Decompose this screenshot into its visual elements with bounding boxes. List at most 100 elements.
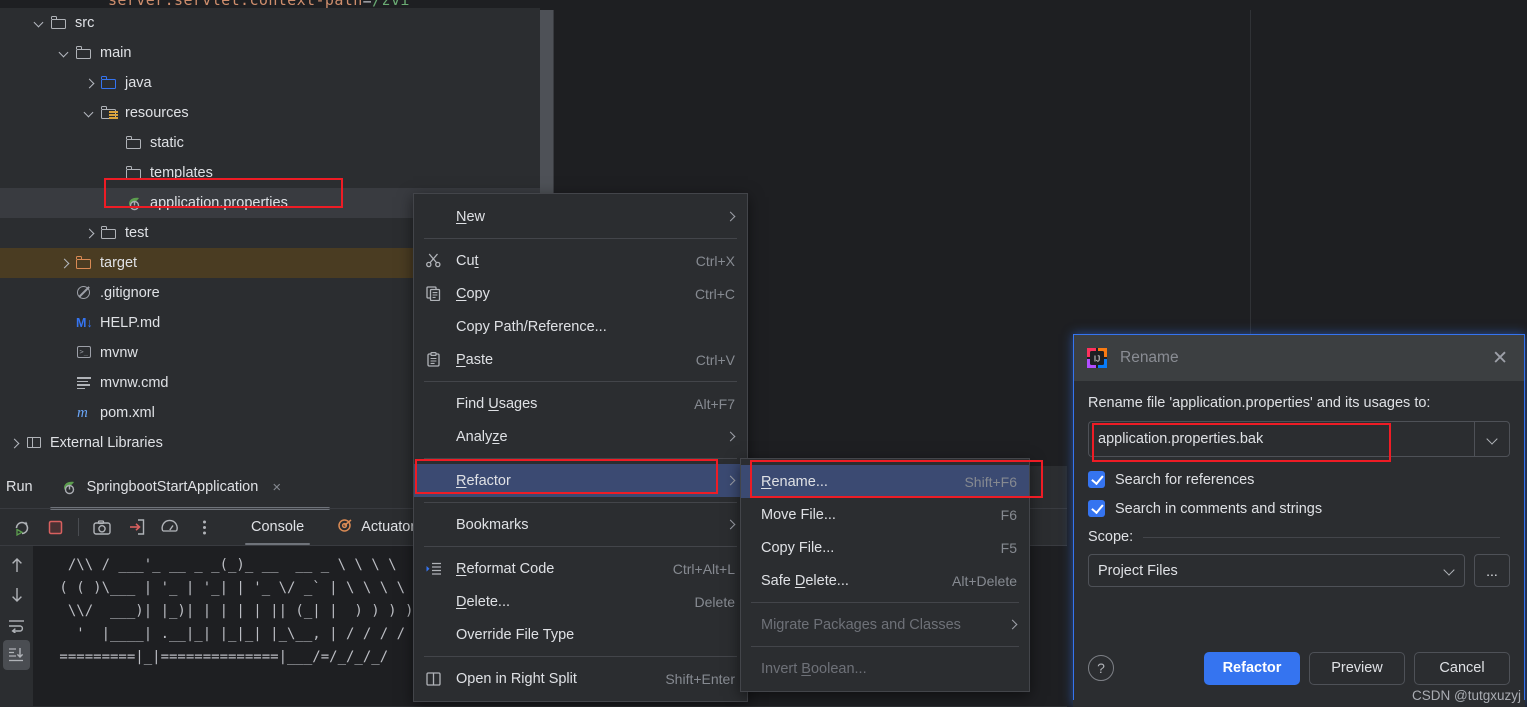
menu-item-label: Copy bbox=[456, 285, 490, 302]
menu-item-rename[interactable]: Rename... Shift+F6 bbox=[741, 465, 1029, 498]
menu-item-reformat-code[interactable]: Reformat Code Ctrl+Alt+L bbox=[414, 552, 747, 585]
menu-item-label: Copy File... bbox=[761, 539, 835, 556]
menu-item-safe-delete[interactable]: Safe Delete... Alt+Delete bbox=[741, 564, 1029, 597]
menu-separator bbox=[751, 602, 1019, 603]
chevron-right-icon[interactable] bbox=[83, 226, 97, 240]
close-icon[interactable]: × bbox=[272, 479, 281, 496]
stop-icon[interactable] bbox=[38, 512, 72, 542]
chevron-down-icon[interactable] bbox=[83, 106, 97, 120]
scope-row[interactable]: Project Files ... bbox=[1088, 554, 1510, 587]
menu-item-label: Copy Path/Reference... bbox=[456, 318, 607, 335]
scope-header: Scope: bbox=[1088, 529, 1510, 545]
tree-item-templates[interactable]: templates bbox=[0, 158, 540, 188]
scroll-to-end-icon[interactable] bbox=[3, 640, 30, 670]
scope-selected-value: Project Files bbox=[1098, 562, 1178, 579]
dialog-body: Rename file 'application.properties' and… bbox=[1074, 381, 1524, 587]
rerun-icon[interactable] bbox=[4, 512, 38, 542]
rename-prompt-label: Rename file 'application.properties' and… bbox=[1088, 395, 1431, 411]
tree-item-main[interactable]: main bbox=[0, 38, 540, 68]
menu-item-bookmarks[interactable]: Bookmarks bbox=[414, 508, 747, 541]
tree-item-label: External Libraries bbox=[50, 435, 163, 451]
menu-item-shortcut: Ctrl+V bbox=[695, 351, 735, 368]
menu-separator bbox=[424, 381, 737, 382]
tree-item-label: application.properties bbox=[150, 195, 288, 211]
chevron-down-icon[interactable] bbox=[58, 46, 72, 60]
console-side-toolbar[interactable] bbox=[0, 546, 33, 706]
menu-item-find-usages[interactable]: Find Usages Alt+F7 bbox=[414, 387, 747, 420]
tree-item-java[interactable]: java bbox=[0, 68, 540, 98]
menu-item-cut[interactable]: Cut Ctrl+X bbox=[414, 244, 747, 277]
console-tabs[interactable]: Console Actuator bbox=[235, 508, 431, 546]
spring-leaf-icon bbox=[61, 479, 79, 495]
menu-item-open-in-right-split[interactable]: Open in Right Split Shift+Enter bbox=[414, 662, 747, 695]
tree-item-label: java bbox=[125, 75, 152, 91]
refactor-button[interactable]: Refactor bbox=[1204, 651, 1300, 685]
chevron-right-icon[interactable] bbox=[8, 436, 22, 450]
search-references-checkbox[interactable] bbox=[1088, 471, 1105, 488]
rename-dialog[interactable]: IJ Rename ✕ Rename file 'application.pro… bbox=[1073, 334, 1525, 705]
more-options-icon[interactable] bbox=[187, 512, 221, 542]
menu-item-refactor[interactable]: Refactor bbox=[414, 464, 747, 497]
folder-icon bbox=[126, 165, 144, 181]
chevron-right-icon[interactable] bbox=[83, 76, 97, 90]
menu-item-delete[interactable]: Delete... Delete bbox=[414, 585, 747, 618]
search-comments-checkbox-row[interactable]: Search in comments and strings bbox=[1088, 500, 1510, 517]
menu-item-label: Rename... bbox=[761, 473, 828, 490]
search-comments-checkbox[interactable] bbox=[1088, 500, 1105, 517]
tree-item-label: src bbox=[75, 15, 95, 31]
gauge-icon[interactable] bbox=[153, 512, 187, 542]
search-references-checkbox-row[interactable]: Search for references bbox=[1088, 471, 1510, 488]
help-button[interactable]: ? bbox=[1088, 655, 1114, 681]
soft-wrap-icon[interactable] bbox=[3, 610, 30, 640]
folder-blue-icon bbox=[101, 75, 119, 91]
tree-item-resources[interactable]: resources bbox=[0, 98, 540, 128]
menu-item-new[interactable]: New bbox=[414, 200, 747, 233]
search-references-label: Search for references bbox=[1115, 471, 1255, 488]
scope-select[interactable]: Project Files bbox=[1088, 554, 1465, 587]
menu-separator bbox=[424, 546, 737, 547]
dialog-title-bar: IJ Rename ✕ bbox=[1074, 335, 1524, 381]
scroll-up-icon[interactable] bbox=[3, 550, 30, 580]
menu-item-copy[interactable]: Copy Ctrl+C bbox=[414, 277, 747, 310]
close-icon[interactable]: ✕ bbox=[1488, 349, 1512, 368]
menu-item-analyze[interactable]: Analyze bbox=[414, 420, 747, 453]
spring-leaf-icon bbox=[126, 195, 144, 211]
scroll-down-icon[interactable] bbox=[3, 580, 30, 610]
text-lines-icon bbox=[76, 375, 94, 391]
preview-button[interactable]: Preview bbox=[1309, 651, 1405, 685]
chevron-down-icon bbox=[1487, 434, 1498, 445]
file-context-menu[interactable]: New Cut Ctrl+X Copy Ctrl+C Copy Path/Referenc… bbox=[413, 193, 748, 702]
chevron-right-icon bbox=[726, 212, 735, 221]
cancel-button[interactable]: Cancel bbox=[1414, 651, 1510, 685]
scissors-icon bbox=[426, 253, 456, 268]
editor-split-divider bbox=[1250, 8, 1251, 338]
scope-divider bbox=[1143, 536, 1500, 538]
menu-item-shortcut: Shift+Enter bbox=[665, 670, 735, 687]
tree-item-src[interactable]: src bbox=[0, 8, 540, 38]
chevron-right-icon[interactable] bbox=[58, 256, 72, 270]
folder-resources-icon bbox=[101, 105, 119, 121]
chevron-down-icon[interactable] bbox=[33, 16, 47, 30]
menu-item-label: Analyze bbox=[456, 428, 508, 445]
menu-item-copy-path-reference[interactable]: Copy Path/Reference... bbox=[414, 310, 747, 343]
menu-item-move-file[interactable]: Move File... F6 bbox=[741, 498, 1029, 531]
run-window-title: Run bbox=[6, 479, 33, 495]
rename-input[interactable] bbox=[1088, 421, 1474, 457]
tree-item-label: pom.xml bbox=[100, 405, 155, 421]
menu-item-paste[interactable]: Paste Ctrl+V bbox=[414, 343, 747, 376]
library-icon bbox=[26, 435, 44, 451]
rename-history-dropdown-button[interactable] bbox=[1474, 421, 1510, 457]
rename-input-row[interactable] bbox=[1088, 421, 1510, 457]
menu-item-invert-boolean: Invert Boolean... bbox=[741, 652, 1029, 685]
tree-item-static[interactable]: static bbox=[0, 128, 540, 158]
tab-console[interactable]: Console bbox=[235, 508, 320, 546]
scope-browse-button[interactable]: ... bbox=[1474, 554, 1510, 587]
refactor-submenu[interactable]: Rename... Shift+F6 Move File... F6 Copy File… bbox=[740, 458, 1030, 692]
run-configuration-tab[interactable]: SpringbootStartApplication × bbox=[61, 479, 281, 496]
folder-icon bbox=[76, 45, 94, 61]
export-icon[interactable] bbox=[119, 512, 153, 542]
menu-item-override-file-type[interactable]: Override File Type bbox=[414, 618, 747, 651]
menu-item-copy-file[interactable]: Copy File... F5 bbox=[741, 531, 1029, 564]
camera-icon[interactable] bbox=[85, 512, 119, 542]
